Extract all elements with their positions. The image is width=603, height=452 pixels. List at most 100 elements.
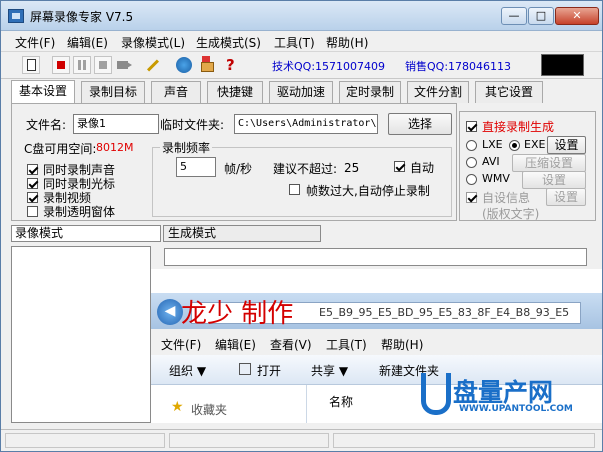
tab-other-settings[interactable]: 其它设置 — [475, 81, 543, 103]
status-cell-3 — [333, 433, 595, 448]
lxe-radio[interactable] — [466, 140, 477, 151]
output-panel: 直接录制生成 LXE EXE 设置 AVI 压缩设置 WMV 设置 自设信息 设… — [459, 111, 596, 221]
wmv-label: WMV — [482, 172, 510, 185]
disk-space-value: 8012M — [96, 141, 134, 154]
custom-info-label: 自设信息 — [482, 191, 531, 205]
logo-u-icon — [421, 373, 451, 415]
record-video-checkbox[interactable] — [27, 192, 38, 203]
tab-generate-mode[interactable]: 生成模式 — [163, 225, 321, 242]
tab-basic-settings[interactable]: 基本设置 — [11, 80, 75, 104]
open-icon — [239, 363, 251, 375]
minimize-button[interactable]: — — [501, 7, 527, 25]
pen-icon[interactable] — [143, 56, 161, 74]
support-qq: 技术QQ:1571007409 — [272, 60, 386, 73]
tab-record-target[interactable]: 录制目标 — [81, 81, 145, 103]
auto-stop-checkbox[interactable] — [289, 184, 300, 195]
choose-folder-button[interactable]: 选择 — [388, 113, 452, 135]
tempdir-label: 临时文件夹: — [160, 118, 225, 132]
globe-icon[interactable] — [175, 56, 193, 74]
framerate-suggest-value: 25 — [344, 161, 360, 175]
explorer-menu-file[interactable]: 文件(F) — [161, 336, 201, 353]
main-window: 屏幕录像专家 V7.5 — □ ✕ 文件(F) 编辑(E) 录像模式(L) 生成… — [0, 0, 603, 452]
auto-framerate-label: 自动 — [410, 161, 435, 175]
exe-radio[interactable] — [509, 140, 520, 151]
menu-edit[interactable]: 编辑(E) — [67, 34, 108, 51]
watermark-text: 龙少 制作 — [181, 299, 294, 329]
wizard-icon[interactable] — [199, 56, 217, 74]
tab-sound[interactable]: 声音 — [151, 81, 201, 103]
avi-label: AVI — [482, 155, 500, 168]
framerate-suggest-label: 建议不超过: — [273, 162, 338, 176]
explorer-open[interactable]: 打开 — [257, 362, 281, 379]
custom-info-settings-button[interactable]: 设置 — [546, 188, 586, 206]
mode-tabs: 录像模式 生成模式 — [11, 225, 601, 242]
framerate-unit: 帧/秒 — [224, 162, 253, 176]
new-file-icon[interactable] — [22, 56, 40, 74]
close-button[interactable]: ✕ — [555, 7, 599, 25]
record-icon[interactable] — [52, 56, 70, 74]
explorer-organize[interactable]: 组织 ▼ — [169, 362, 206, 379]
menu-bar: 文件(F) 编辑(E) 录像模式(L) 生成模式(S) 工具(T) 帮助(H) — [1, 31, 602, 51]
explorer-address-text: E5_B9_95_E5_BD_95_E5_83_8F_E4_B8_93_E5 — [319, 306, 570, 319]
explorer-menu-edit[interactable]: 编辑(E) — [215, 336, 256, 353]
explorer-menu-tools[interactable]: 工具(T) — [326, 336, 367, 353]
avi-radio[interactable] — [466, 157, 477, 168]
window-title: 屏幕录像专家 V7.5 — [30, 10, 134, 24]
maximize-button[interactable]: □ — [528, 7, 554, 25]
lxe-label: LXE — [482, 138, 503, 151]
direct-generate-checkbox[interactable] — [466, 121, 477, 132]
disk-space-label: C盘可用空间: — [24, 142, 97, 156]
framerate-input[interactable]: 5 — [176, 157, 216, 177]
auto-framerate-checkbox[interactable] — [394, 161, 405, 172]
pause-icon[interactable] — [73, 56, 91, 74]
screen-preview: ◀ E5_B9_95_E5_BD_95_E5_83_8F_E4_B8_93_E5… — [151, 269, 602, 423]
record-transparent-label: 录制透明窗体 — [43, 205, 116, 219]
status-cell-2 — [169, 433, 329, 448]
favorites-label: 收藏夹 — [191, 403, 228, 417]
wmv-radio[interactable] — [466, 174, 477, 185]
menu-file[interactable]: 文件(F) — [15, 34, 55, 51]
menu-record-mode[interactable]: 录像模式(L) — [121, 34, 185, 51]
record-cursor-checkbox[interactable] — [27, 178, 38, 189]
sales-qq: 销售QQ:178046113 — [405, 60, 512, 73]
tab-hotkeys[interactable]: 快捷键 — [207, 81, 263, 103]
camera-icon[interactable] — [115, 56, 133, 74]
favorites-star-icon: ★ — [171, 399, 184, 415]
menu-tools[interactable]: 工具(T) — [274, 34, 315, 51]
explorer-menu-help[interactable]: 帮助(H) — [381, 336, 423, 353]
explorer-share[interactable]: 共享 ▼ — [311, 362, 348, 379]
copyright-text-label: (版权文字) — [482, 207, 540, 221]
filename-label: 文件名: — [26, 118, 67, 132]
tab-timed-record[interactable]: 定时录制 — [339, 81, 401, 103]
toolbar: ? 技术QQ:1571007409 销售QQ:178046113 — [1, 51, 602, 79]
tab-file-split[interactable]: 文件分割 — [407, 81, 469, 103]
status-cell-1 — [5, 433, 165, 448]
app-icon — [8, 9, 24, 23]
exe-settings-button[interactable]: 设置 — [547, 136, 586, 154]
record-sound-checkbox[interactable] — [27, 164, 38, 175]
help-icon[interactable]: ? — [222, 56, 240, 74]
tab-record-mode[interactable]: 录像模式 — [11, 225, 161, 242]
recording-list[interactable] — [11, 246, 151, 423]
record-transparent-checkbox[interactable] — [27, 206, 38, 217]
stop-icon[interactable] — [94, 56, 112, 74]
exe-label: EXE — [524, 138, 546, 151]
progress-bar — [164, 248, 587, 266]
column-name[interactable]: 名称 — [329, 393, 353, 410]
status-bar — [1, 429, 602, 451]
compress-settings-button[interactable]: 压缩设置 — [512, 154, 586, 172]
menu-help[interactable]: 帮助(H) — [326, 34, 368, 51]
explorer-menu-view[interactable]: 查看(V) — [270, 336, 312, 353]
preview-thumbnail — [541, 54, 584, 76]
tempdir-input[interactable]: C:\Users\Administrator\ — [234, 114, 378, 134]
custom-info-checkbox[interactable] — [466, 192, 477, 203]
tab-driver-accel[interactable]: 驱动加速 — [269, 81, 333, 103]
framerate-group-label: 录制频率 — [160, 139, 213, 156]
wmv-settings-button[interactable]: 设置 — [522, 171, 586, 189]
filename-input[interactable]: 录像1 — [73, 114, 159, 134]
back-arrow-icon[interactable]: ◀ — [157, 299, 183, 325]
menu-generate-mode[interactable]: 生成模式(S) — [196, 34, 261, 51]
auto-stop-label: 帧数过大,自动停止录制 — [306, 184, 430, 198]
basic-settings-panel: 文件名: 录像1 临时文件夹: C:\Users\Administrator\ … — [11, 103, 457, 221]
title-bar: 屏幕录像专家 V7.5 — □ ✕ — [1, 1, 602, 31]
